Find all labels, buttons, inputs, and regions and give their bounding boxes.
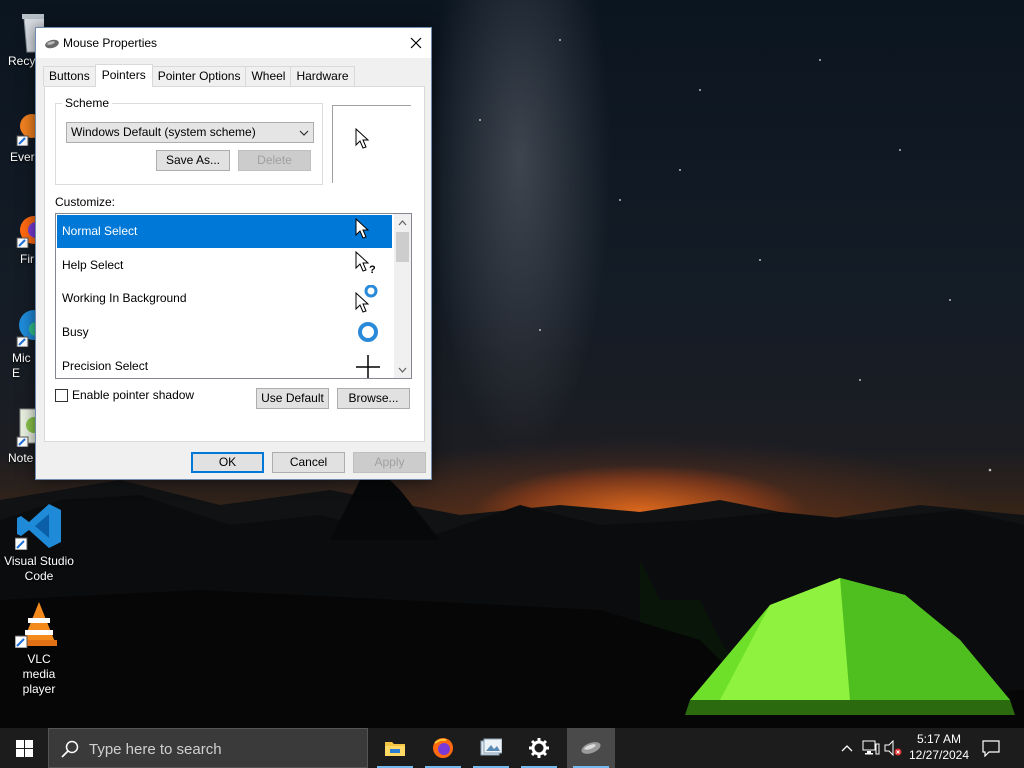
cursor-preview: [332, 105, 411, 183]
tray-network[interactable]: [860, 728, 882, 768]
svg-text:?: ?: [369, 264, 376, 276]
desktop-icon-label: Note: [8, 451, 34, 465]
cancel-button[interactable]: Cancel: [272, 452, 345, 473]
customize-label: Customize:: [55, 195, 116, 209]
desktop-icon-label: Mic E: [12, 351, 31, 380]
close-button[interactable]: [401, 28, 431, 58]
busy-cursor-icon: [353, 316, 381, 349]
list-item-label: Help Select: [62, 258, 124, 272]
desktop-icon-firefox[interactable]: Fir: [0, 210, 40, 267]
desktop-icon-vscode[interactable]: Visual Studio Code: [0, 502, 78, 584]
use-default-button[interactable]: Use Default: [256, 388, 329, 409]
list-item-normal-select[interactable]: Normal Select: [57, 215, 392, 248]
taskbar: Type here to search 5:17 AM 12/27/2024: [0, 728, 1024, 768]
dialog-titlebar[interactable]: Mouse Properties: [36, 28, 431, 58]
browse-button[interactable]: Browse...: [337, 388, 410, 409]
save-as-button[interactable]: Save As...: [156, 150, 230, 171]
mouse-properties-dialog: Mouse Properties Buttons Pointers Pointe…: [35, 27, 432, 480]
scheme-group: Scheme Windows Default (system scheme) S…: [55, 96, 323, 185]
taskbar-photos[interactable]: [467, 728, 515, 768]
chevron-up-icon: [841, 745, 853, 752]
search-placeholder: Type here to search: [89, 741, 222, 758]
clock-date: 12/27/2024: [908, 748, 970, 762]
desktop-icon-label: Fir: [20, 252, 34, 266]
list-item-precision-select[interactable]: Precision Select: [57, 350, 392, 378]
list-scrollbar[interactable]: [394, 214, 411, 378]
clock-time: 5:17 AM: [916, 732, 962, 746]
arrow-cursor-icon: [353, 215, 381, 248]
tab-pointer-options[interactable]: Pointer Options: [151, 66, 247, 86]
scroll-up-icon[interactable]: [394, 214, 411, 231]
search-icon: [61, 740, 79, 758]
apply-button[interactable]: Apply: [353, 452, 426, 473]
help-cursor-icon: ?: [353, 249, 381, 282]
arrow-cursor-icon: [355, 128, 370, 149]
ok-button[interactable]: OK: [191, 452, 264, 473]
desktop-icon-label: Visual Studio Code: [4, 554, 74, 583]
tab-wheel[interactable]: Wheel: [245, 66, 292, 86]
network-icon: [862, 740, 880, 755]
mouse-icon: [44, 38, 60, 49]
taskbar-firefox[interactable]: [419, 728, 467, 768]
tray-volume[interactable]: [882, 728, 904, 768]
list-item-busy[interactable]: Busy: [57, 316, 392, 349]
vscode-icon: [14, 502, 63, 551]
dialog-title: Mouse Properties: [63, 36, 158, 50]
list-item-label: Working In Background: [62, 291, 187, 305]
delete-button[interactable]: Delete: [238, 150, 311, 171]
tray-notifications[interactable]: [978, 728, 1004, 768]
photos-icon: [480, 738, 502, 756]
pointer-shadow-checkbox[interactable]: [55, 388, 68, 402]
start-button[interactable]: [0, 728, 48, 768]
pointer-shadow-label: Enable pointer shadow: [72, 388, 195, 402]
desktop-icon-vlc[interactable]: VLC media player: [0, 600, 78, 697]
scheme-dropdown[interactable]: Windows Default (system scheme): [66, 122, 314, 143]
list-item-working-in-background[interactable]: Working In Background: [57, 282, 392, 315]
working-cursor-icon: [353, 282, 381, 315]
settings-gear-icon: [529, 738, 549, 758]
taskbar-search-box[interactable]: Type here to search: [48, 728, 368, 768]
notification-icon: [982, 740, 1000, 757]
scheme-group-label: Scheme: [62, 96, 113, 110]
desktop-icon-label: VLC media player: [22, 652, 56, 696]
desktop-icon-notepad-plus-plus[interactable]: Note: [0, 405, 40, 466]
scroll-down-icon[interactable]: [394, 361, 411, 378]
pointer-shadow-option[interactable]: Enable pointer shadow: [55, 387, 194, 403]
crosshair-cursor-icon: [353, 350, 381, 378]
list-item-help-select[interactable]: Help Select ?: [57, 249, 392, 282]
taskbar-file-explorer[interactable]: [371, 728, 419, 768]
close-icon: [410, 37, 422, 49]
pointers-panel: Scheme Windows Default (system scheme) S…: [44, 86, 425, 442]
volume-muted-icon: [884, 740, 902, 756]
list-item-label: Normal Select: [62, 224, 138, 238]
desktop-icon-everything[interactable]: Ever: [0, 110, 40, 165]
tab-buttons[interactable]: Buttons: [43, 66, 96, 86]
scheme-dropdown-value: Windows Default (system scheme): [71, 125, 256, 139]
desktop-icon-edge[interactable]: Mic E: [0, 305, 40, 381]
tray-clock[interactable]: 5:17 AM 12/27/2024: [903, 731, 975, 763]
taskbar-settings[interactable]: [515, 728, 563, 768]
scrollbar-thumb[interactable]: [396, 232, 409, 262]
tab-strip: Buttons Pointers Pointer Options Wheel H…: [43, 64, 355, 87]
tab-hardware[interactable]: Hardware: [290, 66, 355, 86]
chevron-down-icon: [298, 126, 310, 138]
desktop-icon-label: Ever: [10, 150, 35, 164]
vlc-icon: [14, 600, 63, 649]
tab-pointers[interactable]: Pointers: [94, 64, 153, 87]
list-item-label: Busy: [62, 325, 89, 339]
pointer-list[interactable]: Normal Select Help Select ? Working In B…: [55, 213, 412, 379]
taskbar-mouse-properties[interactable]: [567, 728, 615, 768]
list-item-label: Precision Select: [62, 359, 149, 373]
mouse-properties-icon: [581, 742, 601, 754]
firefox-icon: [433, 738, 453, 758]
tray-show-hidden[interactable]: [838, 728, 856, 768]
windows-logo-icon: [15, 739, 33, 757]
file-explorer-icon: [385, 742, 405, 756]
